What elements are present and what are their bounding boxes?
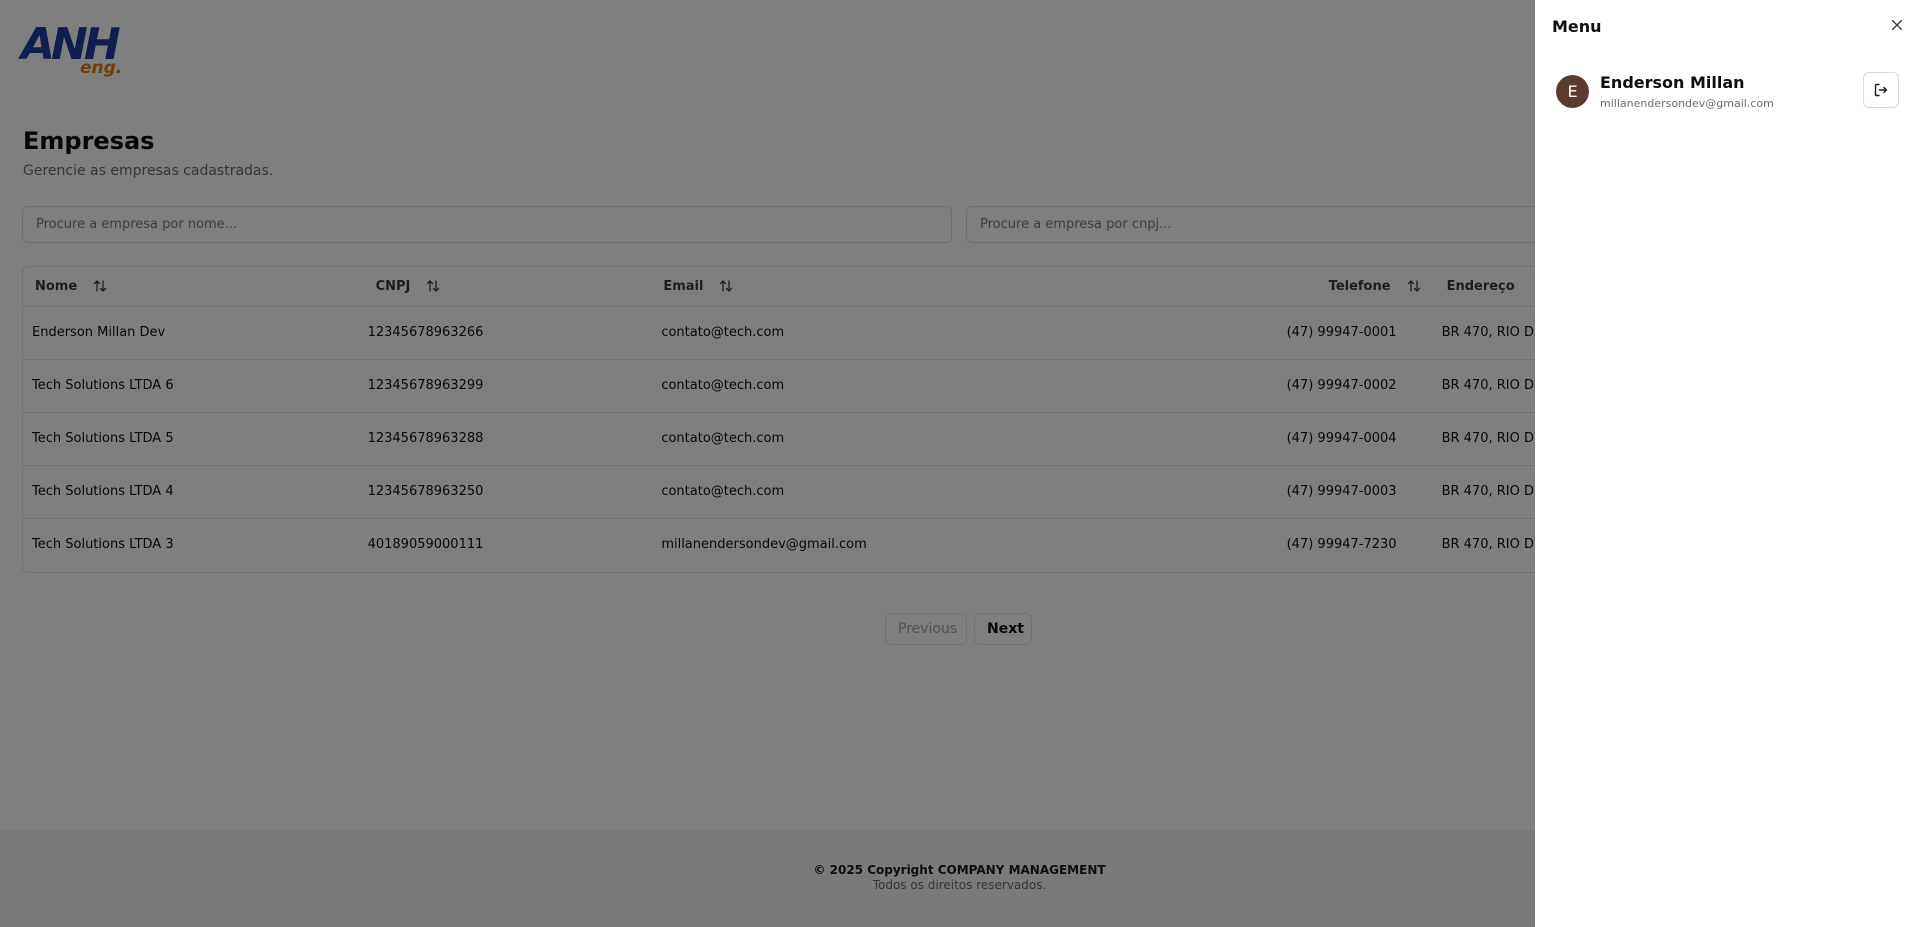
user-name: Enderson Millan (1600, 73, 1745, 92)
logout-button[interactable] (1863, 72, 1899, 108)
user-avatar: E (1556, 75, 1589, 108)
side-menu-drawer: Menu E Enderson Millan millanendersondev… (1535, 0, 1919, 927)
drawer-title: Menu (1552, 17, 1602, 36)
user-email: millanendersondev@gmail.com (1600, 97, 1774, 110)
close-icon (1891, 19, 1903, 31)
logout-icon (1874, 83, 1888, 97)
close-menu-button[interactable] (1886, 14, 1908, 36)
